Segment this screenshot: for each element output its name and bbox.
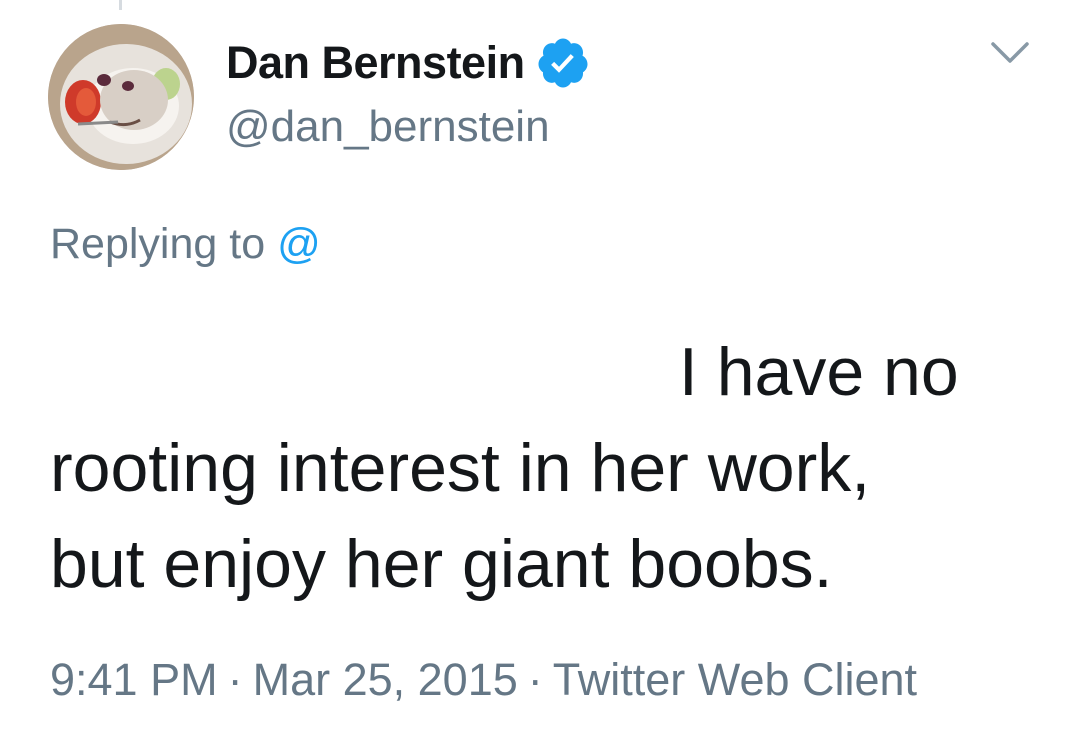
redacted-mention: [326, 220, 706, 282]
tweet-metadata: 9:41 PM · Mar 25, 2015 · Twitter Web Client: [50, 654, 917, 706]
redacted-text: [50, 342, 660, 413]
separator-dot: ·: [227, 654, 243, 705]
tweet-date[interactable]: Mar 25, 2015: [253, 654, 518, 705]
tweet-source[interactable]: Twitter Web Client: [553, 654, 917, 705]
avatar-image: [48, 24, 194, 170]
separator-dot: ·: [527, 654, 543, 705]
reply-mention-link[interactable]: @: [277, 220, 321, 268]
tweet-time[interactable]: 9:41 PM: [50, 654, 218, 705]
tweet-text-line-2: rooting interest in her work,: [50, 430, 871, 506]
user-handle[interactable]: @dan_bernstein: [226, 102, 591, 152]
tweet-text-line-1: I have no: [50, 324, 1010, 420]
thread-connector-line: [119, 0, 122, 10]
tweet-text: I have no rooting interest in her work, …: [50, 324, 1010, 612]
avatar[interactable]: [48, 24, 194, 170]
tweet-text-segment-1: I have no: [678, 334, 959, 410]
tweet-text-line-3: but enjoy her giant boobs.: [50, 526, 833, 602]
chevron-down-icon[interactable]: [990, 40, 1030, 66]
display-name[interactable]: Dan Bernstein: [226, 37, 525, 89]
tweet-author[interactable]: Dan Bernstein @dan_bernstein: [226, 34, 591, 152]
verified-badge-icon: [535, 35, 591, 91]
replying-to-label: Replying to: [50, 220, 266, 268]
replying-to-line: Replying to @: [50, 220, 321, 269]
